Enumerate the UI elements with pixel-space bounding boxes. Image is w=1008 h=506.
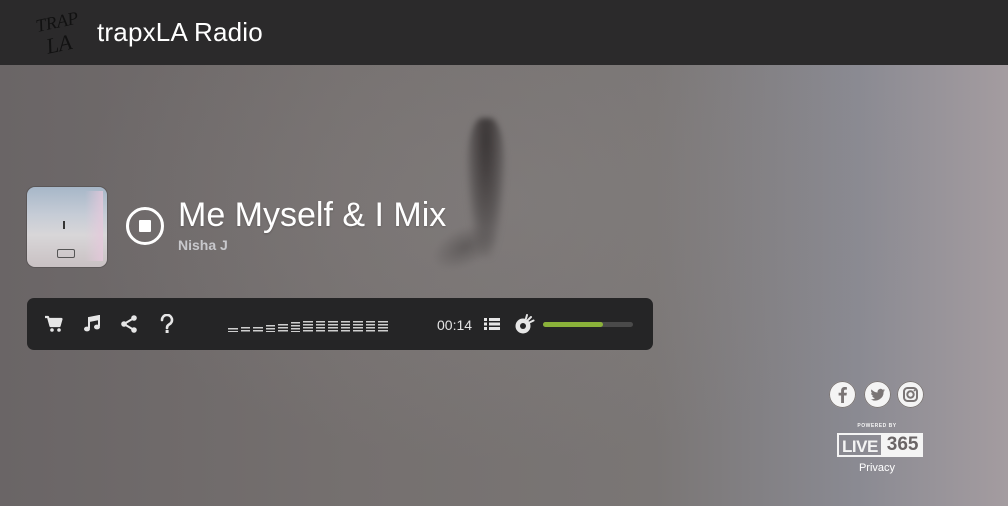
equalizer-bar xyxy=(353,321,363,332)
volume-icon[interactable] xyxy=(514,313,536,335)
share-icon[interactable] xyxy=(118,313,140,335)
live365-live-text: LIVE xyxy=(837,433,883,457)
live365-number-text: 365 xyxy=(882,433,923,457)
player-controls: 00:14 xyxy=(27,298,653,350)
trapla-logo[interactable]: TRAP LA xyxy=(30,4,82,60)
elapsed-time: 00:14 xyxy=(437,317,473,333)
station-title: trapxLA Radio xyxy=(97,17,263,47)
equalizer-bar xyxy=(378,321,388,332)
equalizer-bar xyxy=(303,321,313,332)
facebook-icon[interactable] xyxy=(829,381,856,408)
equalizer-bar xyxy=(340,321,351,332)
svg-text:LA: LA xyxy=(43,29,75,59)
top-bar: TRAP LA trapxLA Radio xyxy=(0,0,1008,65)
equalizer-bar xyxy=(315,321,326,332)
equalizer-bar xyxy=(328,321,338,332)
equalizer-bar xyxy=(240,327,251,332)
volume-slider[interactable] xyxy=(543,322,633,327)
equalizer-bar xyxy=(253,327,263,332)
instagram-icon[interactable] xyxy=(897,381,924,408)
cart-icon[interactable] xyxy=(43,313,65,335)
playlist-icon[interactable] xyxy=(481,313,503,335)
music-note-icon[interactable] xyxy=(81,313,103,335)
twitter-icon[interactable] xyxy=(864,381,891,408)
background-figure xyxy=(466,118,506,258)
equalizer-bar xyxy=(278,324,288,332)
equalizer-bar xyxy=(365,321,376,332)
live365-logo[interactable]: LIVE 365 xyxy=(837,431,923,459)
equalizer-bar xyxy=(290,322,301,332)
powered-by-label: POWERED BY xyxy=(857,423,897,429)
track-title: Me Myself & I Mix xyxy=(178,196,447,234)
stop-button[interactable] xyxy=(126,207,164,245)
track-artist: Nisha J xyxy=(178,237,228,253)
equalizer-bar xyxy=(228,328,238,332)
equalizer-visualizer xyxy=(228,320,388,332)
equalizer-bar xyxy=(265,325,276,332)
help-icon[interactable] xyxy=(156,313,178,335)
album-art xyxy=(27,187,107,267)
stop-icon xyxy=(139,220,151,232)
privacy-link[interactable]: Privacy xyxy=(837,462,917,474)
volume-fill xyxy=(543,322,604,327)
